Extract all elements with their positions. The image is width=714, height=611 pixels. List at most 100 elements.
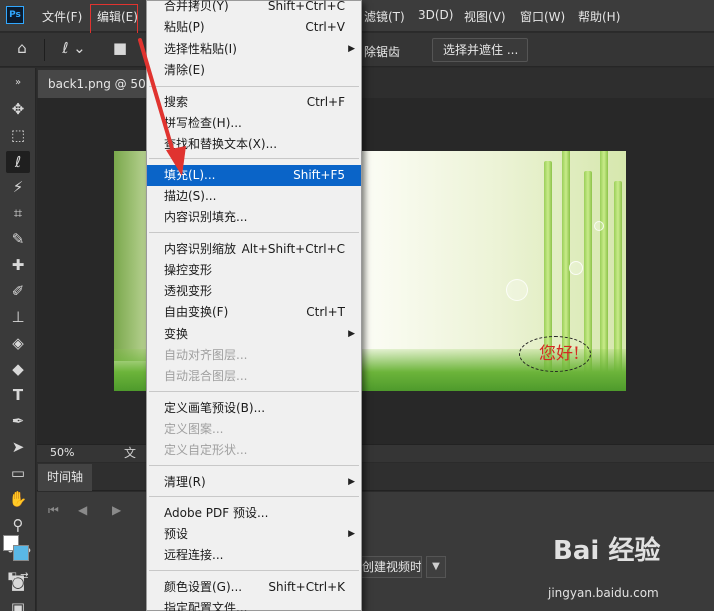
background-color-swatch[interactable] [13,545,29,561]
menu-item-label: 定义画笔预设(B)... [164,401,266,415]
menu-view[interactable]: 视图(V) [464,8,506,25]
first-frame-icon[interactable]: ⏮ [48,503,59,518]
menu-item-label: 粘贴(P) [164,20,205,34]
clone-stamp-icon[interactable]: ⊥ [6,306,30,328]
anti-alias-label[interactable]: 除锯齿 [364,43,400,60]
menu-item-shortcut: Shift+F5 [293,168,345,182]
quick-mask-icon[interactable]: ◙ [6,571,30,593]
bubble-decoration [594,221,604,231]
status-bar [37,444,714,462]
menu-help[interactable]: 帮助(H) [578,8,620,25]
menu-item-label: 定义图案... [164,422,224,436]
menu-item-shortcut: Alt+Shift+Ctrl+C [241,242,345,256]
edit-menu-item[interactable]: 内容识别填充... [147,207,361,228]
path-selection-icon[interactable]: ➤ [6,436,30,458]
marquee-tool-icon[interactable]: ⬚ [6,124,30,146]
menu-item-label: 自动混合图层... [164,369,248,383]
submenu-arrow-icon: ▶ [348,529,355,539]
bamboo-stalk [600,151,608,381]
zoom-tool-icon[interactable]: ⚲ [6,514,30,536]
edit-menu-item[interactable]: 内容识别缩放 Alt+Shift+Ctrl+C [147,239,361,260]
menu-item-label: 预设 [164,527,189,541]
menu-item-label: 拼写检查(H)... [164,116,242,130]
document-tab[interactable]: back1.png @ 50% [38,70,153,98]
type-tool-icon[interactable]: T [6,384,30,406]
lasso-tool-icon[interactable]: ℓ [6,151,30,173]
create-video-timeline-button[interactable]: 创建视频时间轴 [355,556,422,578]
crop-tool-icon[interactable]: ⌗ [6,202,30,224]
healing-brush-icon[interactable]: ✚ [6,254,30,276]
edit-menu-item[interactable]: 选择性粘贴(I) ▶ [147,39,361,60]
menu-item-label: 清理(R) [164,475,206,489]
document-info-label[interactable]: 文 [124,445,136,461]
select-and-mask-button[interactable]: 选择并遮住 ... [432,38,528,62]
edit-menu-item[interactable]: 透视变形 [147,281,361,302]
brush-tool-icon[interactable]: ✐ [6,280,30,302]
edit-dropdown-menu: 合并拷贝(Y) Shift+Ctrl+C 粘贴(P) Ctrl+V 选择性粘贴(I) ▶ 清… [146,0,362,611]
menu-item-label: 定义自定形状... [164,443,248,457]
edit-menu-item[interactable]: 定义画笔预设(B)... [147,398,361,419]
menu-separator [149,465,359,466]
edit-menu-item[interactable]: 操控变形 [147,260,361,281]
menu-separator [149,232,359,233]
move-tool-icon[interactable]: ✥ [6,98,30,120]
edit-menu-item[interactable]: 预设 ▶ [147,524,361,545]
eyedropper-icon[interactable]: ✎ [6,228,30,250]
menu-item-label: 合并拷贝(Y) [164,0,229,13]
menu-window[interactable]: 窗口(W) [520,8,565,25]
pen-tool-icon[interactable]: ✒ [6,410,30,432]
menu-item-label: 描边(S)... [164,189,217,203]
edit-menu-item[interactable]: 填充(L)... Shift+F5 [147,165,361,186]
edit-menu-item[interactable]: 合并拷贝(Y) Shift+Ctrl+C [147,0,361,17]
image-greeting-text: 您好! [539,344,580,364]
submenu-arrow-icon: ▶ [348,477,355,487]
menu-item-shortcut: Ctrl+V [305,20,345,34]
submenu-arrow-icon: ▶ [348,329,355,339]
photoshop-logo-icon: Ps [6,6,24,24]
new-selection-icon[interactable]: ■ [108,37,132,59]
edit-menu-item[interactable]: 远程连接... [147,545,361,566]
edit-menu-item[interactable]: Adobe PDF 预设... [147,503,361,524]
menu-3d[interactable]: 3D(D) [418,8,453,22]
magic-wand-icon[interactable]: ⚡ [6,176,30,198]
edit-menu-item[interactable]: 指定配置文件... [147,598,361,611]
home-icon[interactable]: ⌂ [10,37,34,59]
lasso-preset-icon[interactable]: ℓ ⌄ [56,37,92,59]
edit-menu-item: 自动混合图层... [147,366,361,387]
paint-bucket-icon[interactable]: ◆ [6,358,30,380]
rectangle-tool-icon[interactable]: ▭ [6,462,30,484]
zoom-level-field[interactable]: 50% [40,445,88,461]
menu-item-label: 远程连接... [164,548,224,562]
menu-item-label: 填充(L)... [164,168,216,182]
menu-file[interactable]: 文件(F) [42,8,82,25]
edit-menu-item[interactable]: 自由变换(F) Ctrl+T [147,302,361,323]
collapse-icon[interactable]: » [6,72,30,94]
hand-tool-icon[interactable]: ✋ [6,488,30,510]
menu-item-label: 清除(E) [164,63,205,77]
menu-item-shortcut: Ctrl+T [306,305,345,319]
menu-item-label: 自由变换(F) [164,305,229,319]
bubble-decoration [506,279,528,301]
edit-menu-item[interactable]: 清除(E) [147,60,361,81]
menu-item-shortcut: Ctrl+F [306,95,345,109]
menu-separator [149,86,359,87]
timeline-tab[interactable]: 时间轴 [38,464,92,491]
edit-menu-item[interactable]: 变换 ▶ [147,324,361,345]
submenu-arrow-icon: ▶ [348,44,355,54]
edit-menu-item[interactable]: 颜色设置(G)... Shift+Ctrl+K [147,577,361,598]
menu-filter[interactable]: 滤镜(T) [364,8,405,25]
menu-item-label: 搜索 [164,95,189,109]
menu-item-label: 选择性粘贴(I) [164,42,237,56]
play-icon[interactable]: ▶ [112,503,121,517]
chevron-down-icon[interactable]: ▼ [426,556,446,578]
screen-mode-icon[interactable]: ▣ [6,597,30,611]
previous-frame-icon[interactable]: ◀ [78,503,87,517]
edit-menu-item[interactable]: 拼写检查(H)... [147,113,361,134]
edit-menu-item[interactable]: 搜索 Ctrl+F [147,92,361,113]
bubble-decoration [569,261,583,275]
edit-menu-item[interactable]: 清理(R) ▶ [147,472,361,493]
edit-menu-item[interactable]: 粘贴(P) Ctrl+V [147,17,361,38]
edit-menu-item[interactable]: 描边(S)... [147,186,361,207]
eraser-icon[interactable]: ◈ [6,332,30,354]
edit-menu-item[interactable]: 查找和替换文本(X)... [147,134,361,155]
